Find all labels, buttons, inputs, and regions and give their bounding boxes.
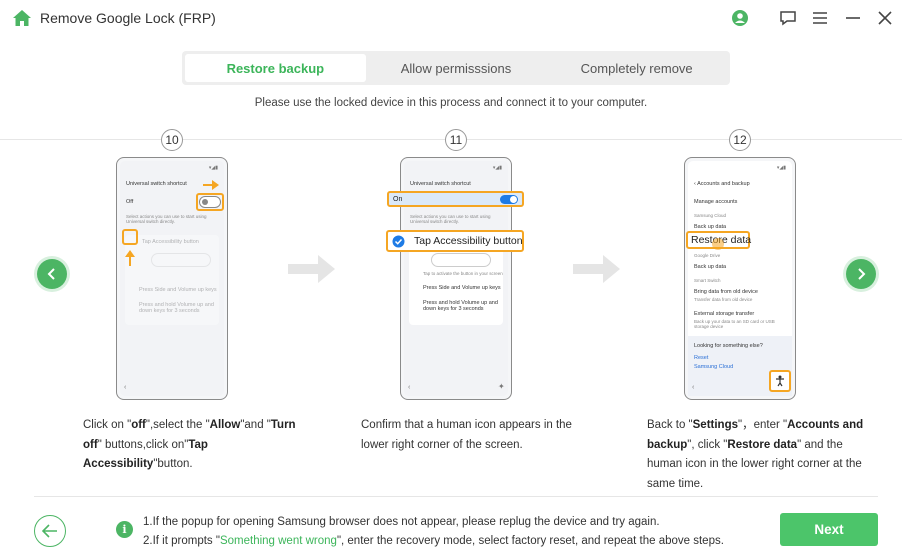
account-icon[interactable] [730,8,750,28]
nav-back-icon: ‹ [408,384,411,391]
minimize-icon[interactable] [843,8,863,28]
option-hold-volume: Press and hold Volume up and down keys f… [139,302,214,314]
section-label: Samsung Cloud [694,213,727,218]
manage-accounts-item: Manage accounts [694,199,738,205]
back-up-data-item: Back up data [694,264,727,270]
samsung-cloud-link: Samsung Cloud [694,364,734,370]
next-button[interactable]: Next [780,513,878,546]
toggle-label: Off [126,199,134,205]
phone-screenshot-step-12: ▾◢▮ ‹ Accounts and backup Manage account… [684,157,796,400]
step-11-description: Confirm that a human icon appears in the… [361,419,572,451]
step-number: 11 [445,129,467,151]
tab-bar: Restore backup Allow permisssions Comple… [182,51,730,85]
item-subtext: Back up your data to an SD card or USB s… [694,319,775,329]
tab-restore-backup[interactable]: Restore backup [185,54,366,82]
next-step-button[interactable] [846,259,876,289]
phone-header: Accounts and backup [697,181,750,187]
close-icon[interactable] [875,8,895,28]
option-side-volume: Press Side and Volume up keys [423,285,501,291]
divider [34,496,878,497]
step-10-description: Click on "off",select the "Allow"and "Tu… [83,419,296,470]
nav-back-icon: ‹ [124,384,127,391]
section-label: Google Drive [694,253,721,258]
accessibility-icon: ✦ [498,382,505,391]
app-title: Remove Google Lock (FRP) [40,10,216,26]
back-up-data-item: Back up data [694,224,727,230]
tab-allow-permissions[interactable]: Allow permisssions [366,54,547,82]
restore-data-callout: Restore data [686,231,751,250]
tap-accessibility-callout: Tap Accessibility button [386,230,524,252]
highlight-box [122,229,138,245]
tap-indicator [712,238,724,250]
phone-screenshot-step-10: ▾◢▮ Universal switch shortcut Off Select… [116,157,228,400]
phone-caption: Tap to activate the button in your scree… [423,271,503,276]
title-bar: Remove Google Lock (FRP) [0,0,902,36]
prev-step-button[interactable] [37,259,67,289]
looking-label: Looking for something else? [694,343,763,349]
phone-header: Universal switch shortcut [126,181,187,187]
section-label: Smart Switch [694,278,721,283]
bring-data-item: Bring data from old device [694,289,758,295]
highlight-box [196,193,224,211]
on-toggle-callout: On [387,191,524,207]
home-icon[interactable] [12,9,32,27]
info-icon: i [116,521,133,538]
orange-arrow-icon [203,180,219,190]
step-12-description: Back to "Settings"，enter "Accounts and b… [647,419,864,490]
tab-completely-remove[interactable]: Completely remove [546,54,727,82]
step-number: 10 [161,129,183,151]
toggle-on [500,195,518,204]
feedback-icon[interactable] [778,8,798,28]
phone-header: Universal switch shortcut [410,181,471,187]
on-label: On [393,195,403,203]
check-icon [392,235,405,248]
human-icon-highlight [769,370,791,392]
note-line-2: 2.If it prompts "Something went wrong", … [143,535,724,547]
item-subtext: Transfer data from old device [694,297,753,302]
back-arrow-icon [42,524,57,538]
prev-arrow-icon [47,268,55,280]
external-storage-item: External storage transfer [694,311,755,317]
step-arrow-icon [573,255,620,283]
error-message-highlight: Something went wrong [219,535,337,547]
step-number: 12 [729,129,751,151]
step-arrow-icon [288,255,335,283]
accessibility-human-icon [776,375,784,387]
phone-hint: Select actions you can use to start usin… [410,214,491,224]
menu-icon[interactable] [810,8,830,28]
option-side-volume: Press Side and Volume up keys [139,287,217,293]
note-line-1: 1.If the popup for opening Samsung brows… [143,516,660,528]
option-tap-accessibility: Tap Accessibility button [142,239,199,245]
orange-arrow-icon [125,250,135,266]
reset-link: Reset [694,355,709,361]
next-arrow-icon [858,268,866,280]
phone-hint: Select actions you can use to start usin… [126,214,207,224]
callout-text: Tap Accessibility button [414,235,523,247]
option-hold-volume: Press and hold Volume up and down keys f… [423,300,498,312]
back-button[interactable] [34,515,66,547]
instruction-subtitle: Please use the locked device in this pro… [254,97,648,109]
